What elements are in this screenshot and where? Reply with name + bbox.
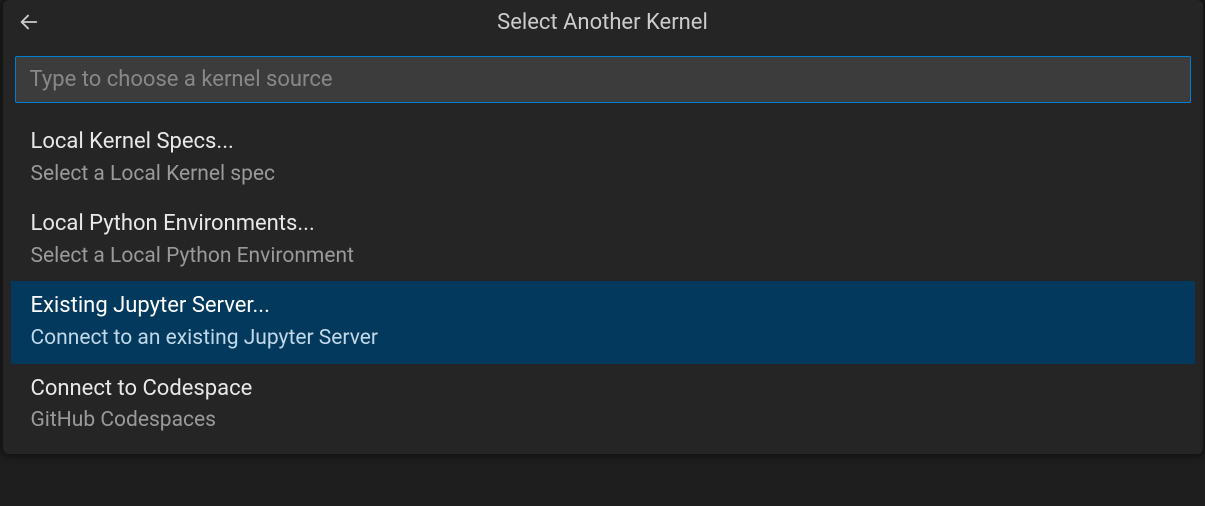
item-label: Connect to Codespace — [31, 374, 1175, 405]
kernel-source-search-input[interactable] — [15, 56, 1191, 103]
item-label: Local Kernel Specs... — [31, 127, 1175, 158]
list-item-connect-to-codespace[interactable]: Connect to Codespace GitHub Codespaces — [11, 364, 1195, 446]
back-button[interactable] — [15, 8, 43, 36]
kernel-source-list: Local Kernel Specs... Select a Local Ker… — [3, 113, 1203, 446]
item-description: Select a Local Kernel spec — [31, 160, 1175, 189]
item-description: GitHub Codespaces — [31, 406, 1175, 435]
dialog-title: Select Another Kernel — [3, 10, 1203, 35]
item-description: Select a Local Python Environment — [31, 242, 1175, 271]
item-label: Local Python Environments... — [31, 209, 1175, 240]
item-description: Connect to an existing Jupyter Server — [31, 324, 1175, 353]
search-input-wrapper — [3, 56, 1203, 113]
list-item-local-kernel-specs[interactable]: Local Kernel Specs... Select a Local Ker… — [11, 117, 1195, 199]
kernel-selector-dialog: Select Another Kernel Local Kernel Specs… — [3, 0, 1203, 454]
list-item-existing-jupyter-server[interactable]: Existing Jupyter Server... Connect to an… — [11, 281, 1195, 363]
dialog-header: Select Another Kernel — [3, 0, 1203, 44]
arrow-left-icon — [18, 11, 40, 33]
item-label: Existing Jupyter Server... — [31, 291, 1175, 322]
list-item-local-python-environments[interactable]: Local Python Environments... Select a Lo… — [11, 199, 1195, 281]
